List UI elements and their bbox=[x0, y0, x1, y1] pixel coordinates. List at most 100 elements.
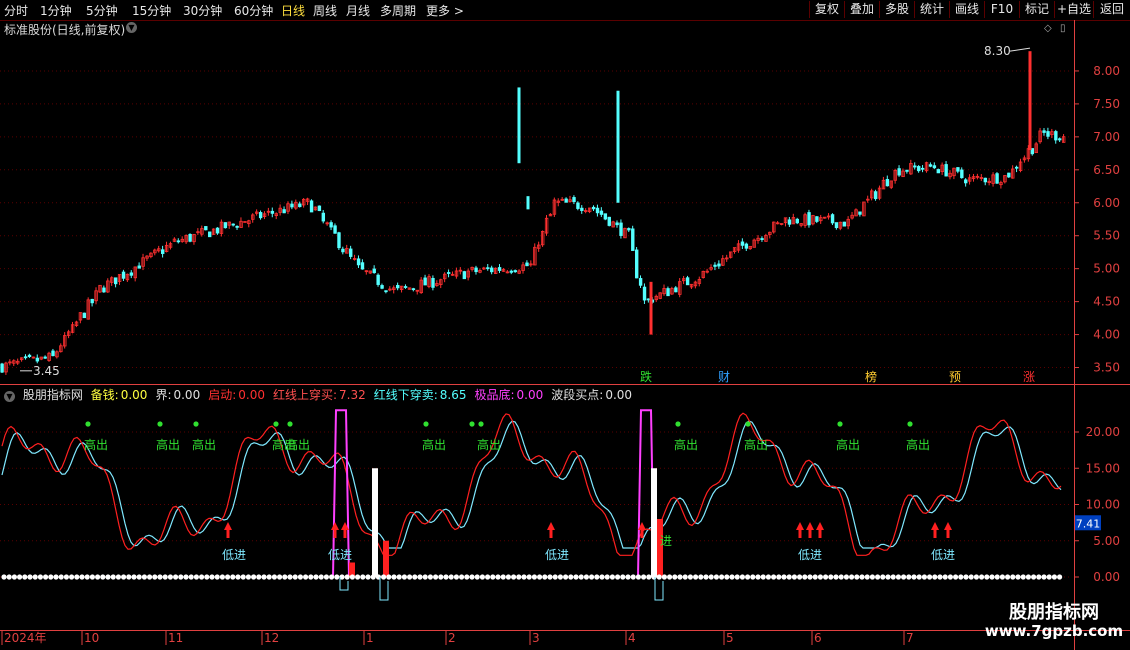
event-marker[interactable]: 跌 bbox=[637, 370, 655, 384]
candle-body bbox=[591, 206, 596, 210]
candle-body bbox=[333, 225, 337, 234]
baseline-dot bbox=[906, 574, 912, 580]
indicator-value: 波段买点: 0.00 bbox=[551, 388, 636, 402]
candle-body bbox=[114, 277, 118, 285]
baseline-dot bbox=[1041, 574, 1047, 580]
baseline-dot bbox=[947, 574, 954, 580]
candle-body bbox=[215, 227, 220, 234]
indicator-value-label: 备钱: bbox=[90, 388, 119, 402]
candle-body bbox=[576, 202, 580, 209]
candle-body bbox=[384, 290, 388, 293]
x-tick-label: 5 bbox=[726, 631, 734, 645]
candle-body bbox=[740, 241, 745, 246]
candle-body bbox=[258, 212, 263, 219]
baseline-dot bbox=[901, 574, 907, 580]
baseline-dot bbox=[37, 574, 44, 580]
candle-body bbox=[360, 262, 365, 270]
candle-body bbox=[396, 284, 400, 289]
low-price-label: 3.45 bbox=[33, 364, 60, 378]
indicator-tick-label: 0.00 bbox=[1093, 570, 1120, 584]
candle-body bbox=[0, 363, 4, 373]
baseline-dot bbox=[724, 574, 730, 580]
baseline-dot bbox=[261, 574, 267, 580]
candle-body bbox=[936, 169, 941, 174]
indicator-value: 启动: 0.00 bbox=[208, 388, 269, 402]
candle-body bbox=[423, 277, 427, 286]
candle-body bbox=[932, 165, 937, 169]
baseline-dot bbox=[235, 574, 241, 580]
baseline-dot bbox=[53, 574, 59, 580]
baseline-dot bbox=[48, 574, 54, 580]
candle-body bbox=[928, 164, 933, 167]
baseline-dot bbox=[916, 574, 922, 580]
candle-body bbox=[917, 166, 921, 172]
baseline-dot bbox=[323, 574, 329, 580]
baseline-dot bbox=[854, 574, 860, 580]
price-tick-label: 5.50 bbox=[1093, 229, 1120, 243]
baseline-dot bbox=[771, 574, 777, 580]
indicator-value-number: 7.32 bbox=[339, 388, 366, 402]
baseline-dot bbox=[812, 574, 818, 580]
candle-body bbox=[1058, 138, 1062, 141]
baseline-dot bbox=[370, 574, 376, 580]
event-marker[interactable]: 涨 bbox=[1020, 370, 1038, 384]
candle-body bbox=[807, 212, 811, 226]
extra-label: 进 bbox=[660, 534, 672, 548]
candle-body bbox=[815, 216, 819, 222]
baseline-dot bbox=[438, 574, 444, 580]
baseline-dot bbox=[32, 574, 38, 580]
candle-spike bbox=[616, 90, 620, 203]
baseline-dot bbox=[817, 574, 824, 580]
baseline-dot bbox=[292, 574, 298, 580]
baseline-dot bbox=[895, 574, 902, 580]
event-marker[interactable]: 财 bbox=[715, 370, 733, 384]
baseline-dot bbox=[999, 574, 1006, 580]
baseline-dot bbox=[27, 574, 33, 580]
baseline-dot bbox=[100, 574, 106, 580]
baseline-dot bbox=[110, 574, 116, 580]
baseline-dot bbox=[968, 574, 974, 580]
baseline-dot bbox=[365, 574, 371, 580]
candle-body bbox=[82, 312, 87, 319]
baseline-dot bbox=[141, 574, 147, 580]
baseline-dot bbox=[58, 574, 64, 580]
sell-label: 高出 bbox=[286, 437, 310, 452]
candle-body bbox=[983, 177, 988, 183]
candle-body bbox=[137, 265, 141, 269]
candle-body bbox=[1014, 166, 1019, 169]
baseline-dot bbox=[167, 574, 173, 580]
baseline-dot bbox=[802, 574, 808, 580]
candle-body bbox=[380, 285, 384, 289]
indicator-value-label: 波段买点: bbox=[551, 388, 604, 402]
candle-body bbox=[795, 218, 799, 224]
candle-body bbox=[349, 248, 353, 257]
current-value-label: 7.41 bbox=[1076, 517, 1101, 530]
baseline-dot bbox=[115, 574, 121, 580]
baseline-dot bbox=[973, 574, 980, 580]
watermark-url: www.7gpzb.com bbox=[984, 622, 1124, 640]
candle-body bbox=[376, 274, 380, 285]
red-bar bbox=[657, 519, 663, 577]
baseline-dot bbox=[344, 574, 350, 580]
indicator-value-label: 极品底: bbox=[474, 388, 515, 402]
candle-body bbox=[129, 272, 134, 276]
indicator-chevron-icon[interactable]: ▼ bbox=[4, 391, 15, 402]
high-arrow bbox=[1009, 47, 1031, 52]
candle-body bbox=[509, 270, 514, 273]
buy-label: 低进 bbox=[931, 548, 955, 562]
x-tick-label: 3 bbox=[532, 631, 540, 645]
candle-body bbox=[744, 243, 749, 249]
candle-body bbox=[830, 214, 835, 224]
baseline-dot bbox=[937, 574, 943, 580]
baseline-dot bbox=[178, 574, 184, 580]
price-tick-label: 7.50 bbox=[1093, 97, 1120, 111]
event-marker[interactable]: 预 bbox=[946, 370, 964, 384]
baseline-dot bbox=[979, 574, 985, 580]
baseline-dot bbox=[245, 574, 251, 580]
chart-canvas: 高出 高出 高出 高出高出 高出 高出 高出 高出 高出 高出低进 低进 低进 低进 低进进 8.007.… bbox=[0, 20, 1130, 650]
event-marker[interactable]: 榜 bbox=[862, 370, 880, 384]
baseline-dot bbox=[589, 574, 595, 580]
candle-body bbox=[176, 240, 181, 243]
baseline-dot bbox=[427, 574, 433, 580]
baseline-dot bbox=[469, 574, 475, 580]
